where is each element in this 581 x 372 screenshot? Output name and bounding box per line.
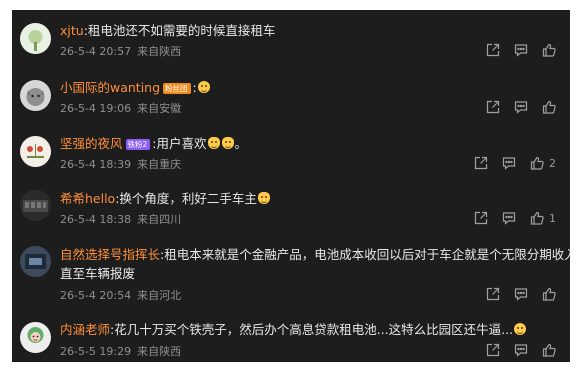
- comment-date: 26-5-4 19:06: [60, 102, 132, 115]
- comment-line: xjtu:租电池还不如需要的时候直接租车: [60, 22, 275, 40]
- comment-text: :用户喜欢: [152, 136, 207, 151]
- share-icon[interactable]: [486, 43, 500, 57]
- avatar[interactable]: [20, 246, 51, 277]
- avatar[interactable]: [20, 23, 51, 54]
- avatar[interactable]: [20, 322, 51, 353]
- comment-line: 小国际的wanting 粉丝团:: [60, 79, 211, 97]
- comment-location: 来自重庆: [137, 158, 182, 171]
- thumbs-up-icon[interactable]: [542, 343, 556, 357]
- username[interactable]: 希希hello: [60, 191, 115, 206]
- comment-list: xjtu:租电池还不如需要的时候直接租车 26-5-4 20:57 来自陕西 小国…: [12, 10, 570, 362]
- comment-actions: [472, 100, 556, 114]
- cat-emoji-icon: [257, 192, 270, 204]
- comment-date: 26-5-4 20:57: [60, 45, 132, 58]
- comment-text: :租电池还不如需要的时候直接租车: [83, 23, 276, 38]
- thumbs-up-icon[interactable]: [542, 100, 556, 114]
- comment-actions: [472, 287, 556, 301]
- comment-location: 来自四川: [137, 213, 182, 226]
- comment-actions: 1: [460, 211, 556, 225]
- username[interactable]: xjtu: [60, 23, 84, 38]
- avatar[interactable]: [20, 80, 51, 111]
- comment-icon[interactable]: [502, 211, 516, 225]
- comment-text-end: 。: [234, 136, 248, 151]
- smile-emoji-icon: [197, 81, 210, 93]
- avatar[interactable]: [20, 190, 51, 221]
- comment-text: :: [192, 80, 197, 95]
- comment-location: 来自安徽: [137, 102, 182, 115]
- comment-location: 来自河北: [137, 289, 182, 302]
- comment-line: 自然选择号指挥长:租电本来就是个金融产品，电池成本收回以后对于车企就是个无限分期…: [60, 246, 570, 264]
- comment-line: 内涵老师:花几十万买个铁壳子，然后办个高息贷款租电池...这特么比园区还牛逼..…: [60, 321, 527, 339]
- comment-meta: 26-5-4 18:38 来自四川: [60, 211, 187, 227]
- comment-icon[interactable]: [514, 343, 528, 357]
- comment-date: 26-5-4 18:38: [60, 213, 132, 226]
- comment-item: 小国际的wanting 粉丝团: 26-5-4 19:06 来自安徽: [12, 67, 570, 122]
- share-icon[interactable]: [474, 211, 488, 225]
- comment-icon[interactable]: [514, 43, 528, 57]
- comment-date: 26-5-5 19:29: [60, 345, 132, 358]
- comment-location: 来自陕西: [137, 45, 182, 58]
- cat-emoji-icon: [221, 137, 234, 149]
- username[interactable]: 小国际的wanting: [60, 80, 160, 95]
- username[interactable]: 内涵老师: [60, 322, 110, 337]
- comment-text: :花几十万买个铁壳子，然后办个高息贷款租电池...这特么比园区还牛逼...: [110, 322, 514, 337]
- comment-icon[interactable]: [514, 287, 528, 301]
- thumbs-up-icon[interactable]: [542, 287, 556, 301]
- comment-date: 26-5-4 20:54: [60, 289, 132, 302]
- comment-meta: 26-5-4 20:57 来自陕西: [60, 43, 187, 59]
- comment-actions: [472, 343, 556, 357]
- comment-meta: 26-5-5 19:29 来自陕西: [60, 343, 187, 359]
- smile-emoji-icon: [514, 323, 527, 335]
- thumbs-up-icon[interactable]: [530, 211, 544, 225]
- comment-text-line2: 直至车辆报废: [60, 266, 136, 281]
- comment-line: 坚强的夜风 铁粉2:用户喜欢 。: [60, 135, 247, 153]
- comment-actions: [472, 43, 556, 57]
- cat-emoji-icon: [207, 137, 220, 149]
- like-count: 2: [549, 156, 556, 170]
- share-icon[interactable]: [486, 287, 500, 301]
- comment-text: :租电本来就是个金融产品，电池成本收回以后对于车企就是个无限分期收入，: [160, 247, 570, 262]
- comment-meta: 26-5-4 19:06 来自安徽: [60, 100, 187, 116]
- comment-actions: 2: [460, 156, 556, 170]
- share-icon[interactable]: [486, 343, 500, 357]
- comment-line: 希希hello:换个角度，利好二手车主: [60, 190, 271, 208]
- comment-location: 来自陕西: [137, 345, 182, 358]
- comment-meta: 26-5-4 20:54 来自河北: [60, 287, 187, 303]
- comment-icon[interactable]: [514, 100, 528, 114]
- like-count: 1: [549, 211, 556, 225]
- avatar[interactable]: [20, 136, 51, 167]
- comment-item: xjtu:租电池还不如需要的时候直接租车 26-5-4 20:57 来自陕西: [12, 10, 570, 65]
- comment-item: 自然选择号指挥长:租电本来就是个金融产品，电池成本收回以后对于车企就是个无限分期…: [12, 235, 570, 310]
- thumbs-up-icon[interactable]: [530, 156, 544, 170]
- comment-item: 希希hello:换个角度，利好二手车主 26-5-4 18:38 来自四川 1: [12, 179, 570, 234]
- share-icon[interactable]: [474, 156, 488, 170]
- comment-text: :换个角度，利好二手车主: [115, 191, 257, 206]
- username[interactable]: 坚强的夜风: [60, 136, 123, 151]
- fan-badge: 铁粉2: [125, 139, 151, 150]
- share-icon[interactable]: [486, 100, 500, 114]
- fan-badge: 粉丝团: [163, 83, 191, 94]
- thumbs-up-icon[interactable]: [542, 43, 556, 57]
- comment-item: 内涵老师:花几十万买个铁壳子，然后办个高息贷款租电池...这特么比园区还牛逼..…: [12, 312, 570, 362]
- comment-meta: 26-5-4 18:39 来自重庆: [60, 156, 187, 172]
- username[interactable]: 自然选择号指挥长: [60, 247, 160, 262]
- comment-item: 坚强的夜风 铁粉2:用户喜欢 。 26-5-4 18:39 来自重庆 2: [12, 124, 570, 179]
- comment-icon[interactable]: [502, 156, 516, 170]
- comment-date: 26-5-4 18:39: [60, 158, 132, 171]
